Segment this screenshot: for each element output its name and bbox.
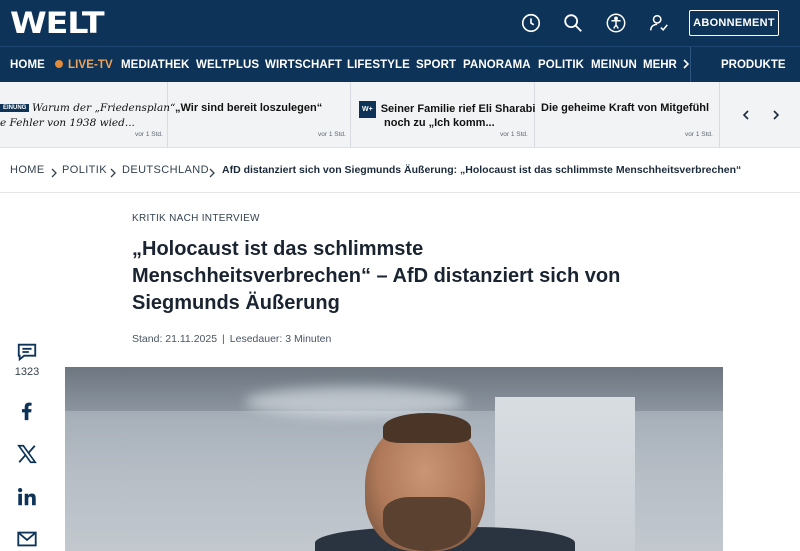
breadcrumb-politik[interactable]: POLITIK <box>62 164 107 176</box>
comment-icon <box>17 343 37 362</box>
article-date: Stand: 21.11.2025 <box>132 333 218 345</box>
nav-products-button[interactable]: PRODUKTE <box>721 47 786 83</box>
teaser-title-line: noch zu „Ich komm... <box>384 117 495 129</box>
nav-item-meinung[interactable]: MEINUN <box>591 47 637 83</box>
live-dot-icon <box>55 60 63 68</box>
clock-icon[interactable] <box>519 11 543 35</box>
nav-item-sport[interactable]: SPORT <box>416 47 456 83</box>
teaser-strip: EINUNG Warum der „Friedensplan“ e Fehler… <box>0 82 800 148</box>
breadcrumb-home[interactable]: HOME <box>10 164 45 176</box>
breadcrumb-deutschland[interactable]: DEUTSCHLAND <box>122 164 209 176</box>
teaser-time: vor 1 Std. <box>685 131 713 138</box>
teaser-next-button[interactable] <box>767 106 785 124</box>
nav-item-lifestyle[interactable]: LIFESTYLE <box>347 47 410 83</box>
hero-beard <box>383 497 471 551</box>
breadcrumb: HOME POLITIK DEUTSCHLAND AfD distanziert… <box>0 149 800 193</box>
meta-separator: | <box>222 333 225 345</box>
teaser-title-line: Seiner Familie rief Eli Sharabi <box>380 103 536 115</box>
chevron-right-icon <box>50 165 60 178</box>
linkedin-share-button[interactable] <box>12 486 42 508</box>
teaser-title-line: Warum der „Friedensplan“ <box>32 102 176 114</box>
headline-line: „Holocaust ist das schlimmste <box>132 238 424 260</box>
nav-more-button[interactable]: MEHR <box>643 47 690 83</box>
chevron-right-icon <box>208 165 218 178</box>
headline-line: Menschheitsverbrechen“ – AfD distanziert… <box>132 265 621 287</box>
mail-share-button[interactable] <box>12 528 42 550</box>
nav-item-politik[interactable]: POLITIK <box>538 47 584 83</box>
main-nav: HOME LIVE-TV MEDIATHEK WELTPLUS WIRTSCHA… <box>0 46 800 83</box>
article-kicker: KRITIK NACH INTERVIEW <box>132 213 260 224</box>
teaser-time: vor 1 Std. <box>135 131 163 138</box>
nav-item-weltplus[interactable]: WELTPLUS <box>196 47 259 83</box>
nav-item-live-tv-label: LIVE-TV <box>68 59 113 71</box>
chevron-right-icon <box>773 110 780 120</box>
chevron-right-icon <box>109 165 119 178</box>
teaser-title: Warum der „Friedensplan“ <box>32 101 176 116</box>
teaser-item[interactable]: EINUNG Warum der „Friedensplan“ e Fehler… <box>0 82 176 148</box>
teaser-time: vor 1 Std. <box>318 131 346 138</box>
teaser-title-line: e Fehler von 1938 wied... <box>0 117 135 129</box>
teaser-title: Die geheime Kraft von Mitgefühl <box>541 102 710 114</box>
nav-more-label: MEHR <box>643 59 677 71</box>
comment-button[interactable]: 1323 <box>12 341 42 378</box>
welt-logo[interactable]: WELT <box>10 6 105 40</box>
headline-line: Siegmunds Äußerung <box>132 292 340 314</box>
nav-item-mediathek[interactable]: MEDIATHEK <box>121 47 189 83</box>
x-share-button[interactable] <box>12 443 42 465</box>
facebook-icon <box>21 402 32 421</box>
linkedin-icon <box>18 488 36 506</box>
nav-list: HOME LIVE-TV MEDIATHEK WELTPLUS WIRTSCHA… <box>0 47 665 83</box>
breadcrumb-current: AfD distanziert sich von Siegmunds Äußer… <box>222 164 742 176</box>
teaser-item[interactable]: W+ Seiner Familie rief Eli Sharabi noch z… <box>351 82 535 148</box>
facebook-share-button[interactable] <box>12 400 42 422</box>
opinion-badge: EINUNG <box>0 104 30 112</box>
top-header: WELT ABONNEMENT <box>0 0 800 46</box>
article-headline: „Holocaust ist das schlimmste Menschheit… <box>132 236 652 317</box>
x-icon <box>17 444 37 464</box>
search-icon[interactable] <box>561 11 585 35</box>
mail-icon <box>17 531 37 547</box>
article-reading-time: Lesedauer: 3 Minuten <box>229 333 332 345</box>
weltplus-badge: W+ <box>359 101 376 118</box>
nav-item-live-tv[interactable]: LIVE-TV <box>55 47 113 83</box>
teaser-prev-button[interactable] <box>737 106 755 124</box>
nav-item-wirtschaft[interactable]: WIRTSCHAFT <box>265 47 342 83</box>
teaser-item[interactable]: Die geheime Kraft von Mitgefühl vor 1 St… <box>535 82 720 148</box>
teaser-time: vor 1 Std. <box>500 131 528 138</box>
accessibility-icon[interactable] <box>604 11 628 35</box>
comment-count: 1323 <box>14 366 40 378</box>
article-hero-image <box>65 367 723 551</box>
chevron-right-icon <box>683 59 690 69</box>
nav-divider <box>690 47 691 83</box>
teaser-title: „Wir sind bereit loszulegen“ <box>175 102 323 114</box>
nav-item-panorama[interactable]: PANORAMA <box>463 47 531 83</box>
hero-hair <box>383 413 471 443</box>
nav-item-home[interactable]: HOME <box>10 47 45 83</box>
article-meta: Stand: 21.11.2025 | Lesedauer: 3 Minuten <box>132 333 331 345</box>
user-check-icon[interactable] <box>647 11 671 35</box>
teaser-item[interactable]: „Wir sind bereit loszulegen“ vor 1 Std. <box>168 82 351 148</box>
subscribe-button[interactable]: ABONNEMENT <box>689 10 779 36</box>
chevron-left-icon <box>742 110 749 120</box>
